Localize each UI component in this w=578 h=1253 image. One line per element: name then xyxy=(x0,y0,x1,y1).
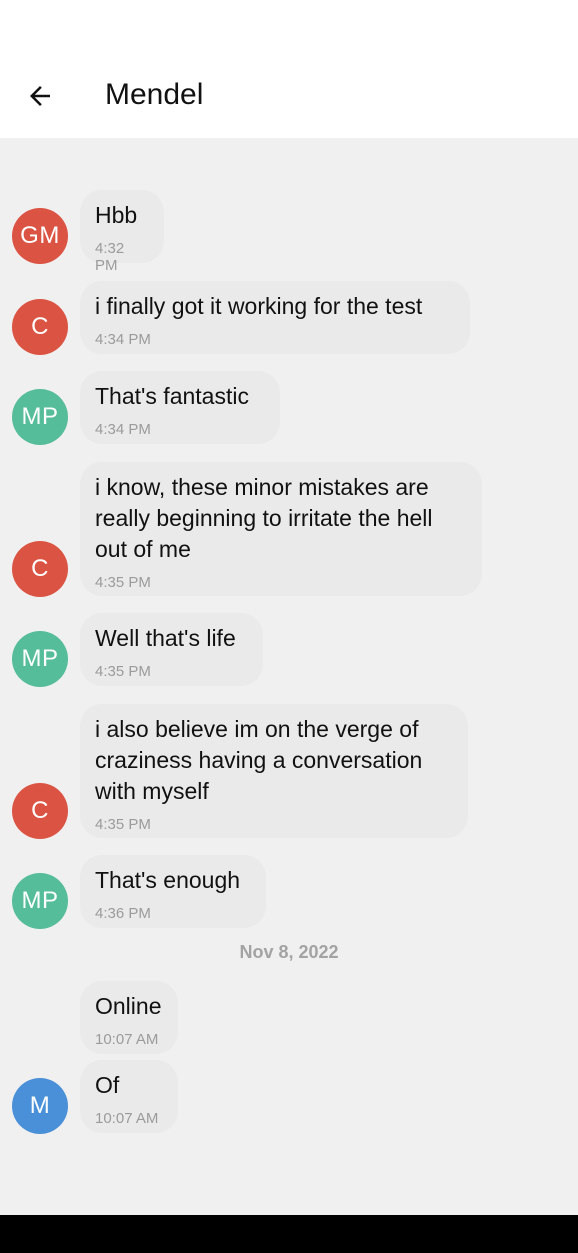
message-time: 4:34 PM xyxy=(95,331,151,348)
avatar[interactable]: M xyxy=(12,1078,68,1134)
message-time: 4:34 PM xyxy=(95,421,151,438)
message-text: i know, these minor mistakes are really … xyxy=(95,474,433,562)
avatar[interactable]: C xyxy=(12,783,68,839)
system-navigation-bar xyxy=(0,1215,578,1253)
message-bubble[interactable]: Online 10:07 AM xyxy=(80,981,178,1054)
message-text: Of xyxy=(95,1072,120,1098)
message-bubble[interactable]: Hbb 4:32 PM xyxy=(80,190,164,274)
message-bubble[interactable]: i finally got it working for the test 4:… xyxy=(80,281,470,354)
avatar[interactable]: C xyxy=(12,541,68,597)
message-time: 4:35 PM xyxy=(95,816,151,833)
conversation-title: Mendel xyxy=(105,78,204,111)
avatar[interactable]: GM xyxy=(12,208,68,264)
message-bubble[interactable]: i know, these minor mistakes are really … xyxy=(80,462,482,596)
avatar[interactable]: MP xyxy=(12,631,68,687)
message-time: 10:07 AM xyxy=(95,1031,159,1048)
message-text: Online xyxy=(95,993,162,1019)
date-separator: Nov 8, 2022 xyxy=(239,942,339,962)
message-time: 4:35 PM xyxy=(95,574,151,591)
message-time: 4:35 PM xyxy=(95,663,151,680)
message-bubble[interactable]: Well that's life 4:35 PM xyxy=(80,613,263,686)
message-time: 10:07 AM xyxy=(95,1110,159,1127)
message-bubble[interactable]: Of 10:07 AM xyxy=(80,1060,178,1133)
message-bubble[interactable]: i also believe im on the verge of crazin… xyxy=(80,704,468,838)
message-text: That's fantastic xyxy=(95,383,249,409)
message-text: Hbb xyxy=(95,202,138,228)
message-text: Well that's life xyxy=(95,625,236,651)
message-list[interactable]: Hbb 4:32 PM GM i finally got it working … xyxy=(0,138,578,1215)
message-text: That's enough xyxy=(95,867,241,893)
message-bubble[interactable]: That's fantastic 4:34 PM xyxy=(80,371,280,444)
message-time: 4:32 PM xyxy=(95,240,125,274)
message-text: i also believe im on the verge of crazin… xyxy=(95,716,423,804)
message-text: i finally got it working for the test xyxy=(95,293,423,319)
app-bar: Mendel xyxy=(0,0,578,138)
arrow-left-icon xyxy=(30,86,50,106)
avatar[interactable]: C xyxy=(12,299,68,355)
message-bubble[interactable]: That's enough 4:36 PM xyxy=(80,855,266,928)
back-button[interactable] xyxy=(18,74,62,118)
message-time: 4:36 PM xyxy=(95,905,151,922)
avatar[interactable]: MP xyxy=(12,873,68,929)
avatar[interactable]: MP xyxy=(12,389,68,445)
